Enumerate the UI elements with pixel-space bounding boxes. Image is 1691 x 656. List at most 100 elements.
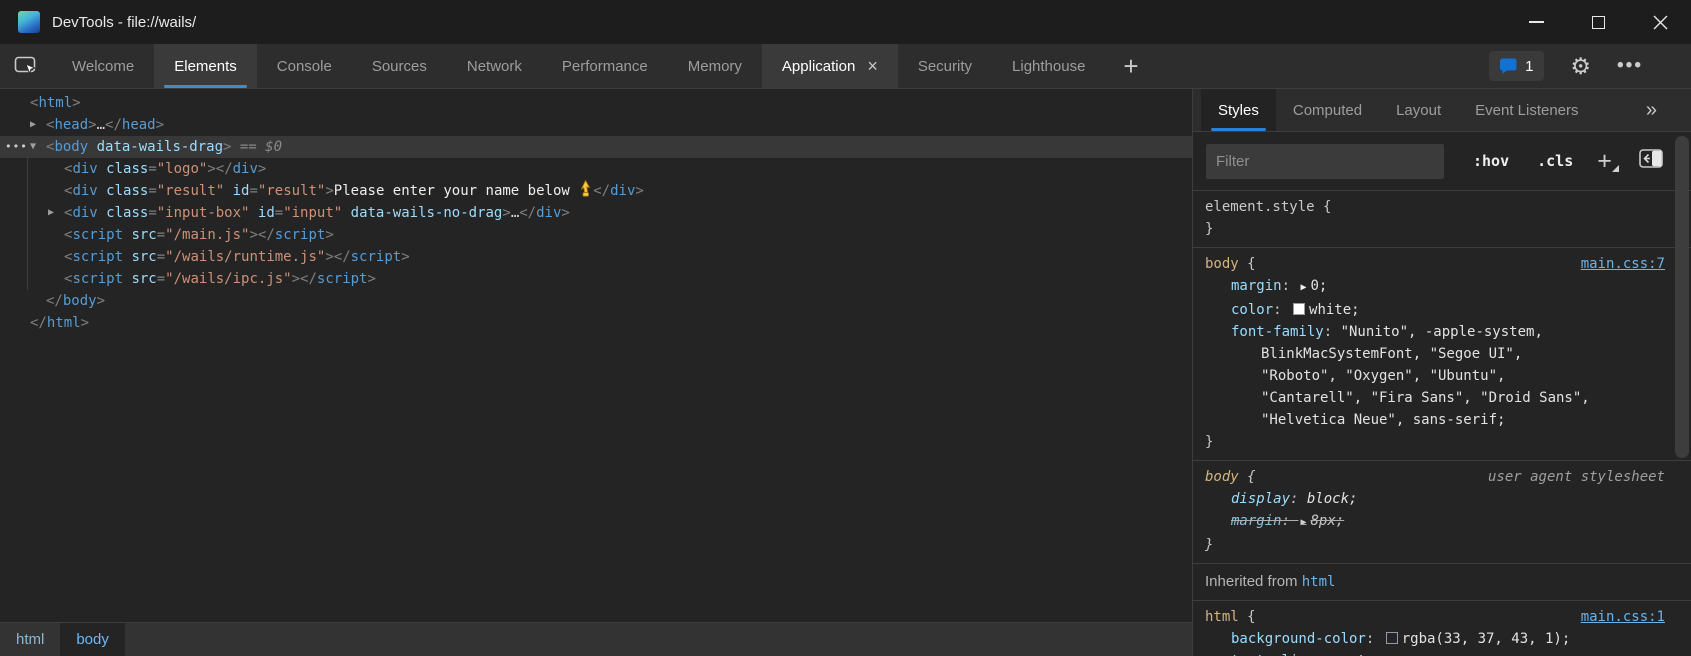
- customize-menu-button[interactable]: •••: [1617, 55, 1643, 77]
- css-property[interactable]: color: white;: [1205, 299, 1679, 321]
- color-swatch[interactable]: [1386, 632, 1398, 644]
- sidebar-tab-layout[interactable]: Layout: [1379, 89, 1458, 131]
- dom-token: id: [249, 205, 274, 221]
- gear-icon: ⚙: [1570, 53, 1591, 79]
- inspect-element-button[interactable]: [0, 44, 52, 88]
- tab-network[interactable]: Network: [447, 44, 542, 88]
- breadcrumb-body[interactable]: body: [60, 623, 125, 656]
- inherited-node-link[interactable]: html: [1302, 574, 1336, 590]
- rule-selector-line: element.style {: [1205, 196, 1679, 218]
- point-up-icon: [578, 180, 593, 197]
- tab-application[interactable]: Application×: [762, 44, 898, 88]
- computed-sidebar-toggle-button[interactable]: [1639, 149, 1663, 173]
- dom-token: div: [233, 161, 258, 177]
- styles-filter-input[interactable]: [1206, 144, 1444, 179]
- settings-button[interactable]: ⚙: [1570, 55, 1591, 78]
- style-rule[interactable]: html {main.css:1background-color: rgba(3…: [1193, 601, 1691, 656]
- styles-scrollbar[interactable]: [1675, 136, 1689, 458]
- dom-row[interactable]: <html>: [0, 92, 1192, 114]
- dom-row[interactable]: <script src="/wails/ipc.js"></script>: [0, 268, 1192, 290]
- property-value-wrap: "Helvetica Neue", sans-serif;: [1205, 409, 1679, 431]
- more-sidebar-tabs-button[interactable]: »: [1646, 89, 1657, 131]
- tab-security[interactable]: Security: [898, 44, 992, 88]
- minimize-button[interactable]: [1505, 0, 1567, 44]
- dom-row[interactable]: </body>: [0, 290, 1192, 312]
- inherited-from-bar: Inherited from html: [1193, 564, 1691, 601]
- dom-token: script: [72, 227, 123, 243]
- style-rule[interactable]: body {main.css:7margin: ▶0;color: white;…: [1193, 248, 1691, 461]
- tab-elements[interactable]: Elements: [154, 44, 257, 88]
- expand-value-arrow-icon[interactable]: ▶: [1298, 517, 1310, 528]
- tab-memory[interactable]: Memory: [668, 44, 762, 88]
- toggle-pseudo-state-button[interactable]: :hov: [1473, 152, 1509, 170]
- style-rule[interactable]: body {user agent stylesheetdisplay: bloc…: [1193, 461, 1691, 564]
- tab-console[interactable]: Console: [257, 44, 352, 88]
- dom-token: >: [325, 249, 333, 265]
- property-name: display: [1231, 491, 1290, 507]
- panel-left-arrow-icon: [1639, 149, 1663, 168]
- property-colon: :: [1273, 302, 1290, 318]
- rule-selector: body: [1205, 469, 1239, 485]
- stylesheet-link[interactable]: main.css:7: [1581, 253, 1665, 275]
- color-swatch[interactable]: [1293, 303, 1305, 315]
- add-tab-button[interactable]: +: [1105, 44, 1156, 88]
- tab-performance[interactable]: Performance: [542, 44, 668, 88]
- dom-token: == $0: [231, 139, 282, 155]
- property-value-wrap: BlinkMacSystemFont, "Segoe UI",: [1205, 343, 1679, 365]
- tab-lighthouse[interactable]: Lighthouse: [992, 44, 1105, 88]
- expand-value-arrow-icon[interactable]: ▶: [1298, 282, 1310, 293]
- dom-row[interactable]: <div class="result" id="result">Please e…: [0, 180, 1192, 202]
- close-button[interactable]: [1629, 0, 1691, 44]
- dom-row[interactable]: ▶<head>…</head>: [0, 114, 1192, 136]
- issues-count: 1: [1525, 58, 1533, 75]
- dom-row[interactable]: </html>: [0, 312, 1192, 334]
- css-property[interactable]: background-color: rgba(33, 37, 43, 1);: [1205, 628, 1679, 650]
- style-rule[interactable]: element.style {}: [1193, 191, 1691, 248]
- dom-token: head: [122, 117, 156, 133]
- dom-row[interactable]: ▶<div class="input-box" id="input" data-…: [0, 202, 1192, 224]
- dom-token: >: [258, 161, 266, 177]
- sidebar-tab-event-listeners[interactable]: Event Listeners: [1458, 89, 1595, 131]
- property-colon: :: [1366, 631, 1383, 647]
- close-brace: }: [1205, 534, 1679, 556]
- stylesheet-link[interactable]: main.css:1: [1581, 606, 1665, 628]
- css-property[interactable]: margin: ▶0;: [1205, 275, 1679, 299]
- property-value: "Nunito", -apple-system,: [1341, 324, 1543, 340]
- dom-row[interactable]: <script src="/main.js"></script>: [0, 224, 1192, 246]
- dom-token: >: [97, 293, 105, 309]
- property-value: block;: [1307, 491, 1358, 507]
- expand-arrow-icon[interactable]: ▶: [30, 114, 36, 136]
- row-menu-dots-icon[interactable]: •••: [5, 136, 28, 158]
- css-property[interactable]: text-align: center;: [1205, 650, 1679, 656]
- property-name: color: [1231, 302, 1273, 318]
- dom-token: "/wails/ipc.js": [165, 271, 291, 287]
- breadcrumb-html[interactable]: html: [0, 623, 60, 656]
- dom-token: </: [258, 227, 275, 243]
- css-property[interactable]: font-family: "Nunito", -apple-system,: [1205, 321, 1679, 343]
- expand-arrow-icon[interactable]: ▶: [48, 202, 54, 224]
- dom-token: >: [292, 271, 300, 287]
- tab-welcome[interactable]: Welcome: [52, 44, 154, 88]
- tab-label: Memory: [688, 58, 742, 75]
- property-value: 0;: [1310, 278, 1327, 294]
- element-classes-button[interactable]: .cls: [1537, 152, 1573, 170]
- new-style-rule-button[interactable]: +: [1597, 147, 1612, 176]
- collapse-arrow-icon[interactable]: ▼: [30, 136, 36, 158]
- inherited-label: Inherited from: [1205, 573, 1302, 590]
- css-property[interactable]: display: block;: [1205, 488, 1679, 510]
- tab-sources[interactable]: Sources: [352, 44, 447, 88]
- dom-token: </: [46, 293, 63, 309]
- dom-row[interactable]: •••▼<body data-wails-drag> == $0: [0, 136, 1192, 158]
- maximize-button[interactable]: [1567, 0, 1629, 44]
- dom-token: >: [401, 249, 409, 265]
- sidebar-tab-computed[interactable]: Computed: [1276, 89, 1379, 131]
- close-tab-icon[interactable]: ×: [867, 57, 878, 75]
- css-property[interactable]: margin: ▶8px;: [1205, 510, 1679, 534]
- sidebar-tab-styles[interactable]: Styles: [1201, 89, 1276, 131]
- dom-row[interactable]: <div class="logo"></div>: [0, 158, 1192, 180]
- dom-token: </: [30, 315, 47, 331]
- dom-tree: <html>▶<head>…</head>•••▼<body data-wail…: [0, 89, 1192, 622]
- issues-counter-button[interactable]: 1: [1489, 51, 1544, 81]
- dom-row[interactable]: <script src="/wails/runtime.js"></script…: [0, 246, 1192, 268]
- dom-token: class: [98, 161, 149, 177]
